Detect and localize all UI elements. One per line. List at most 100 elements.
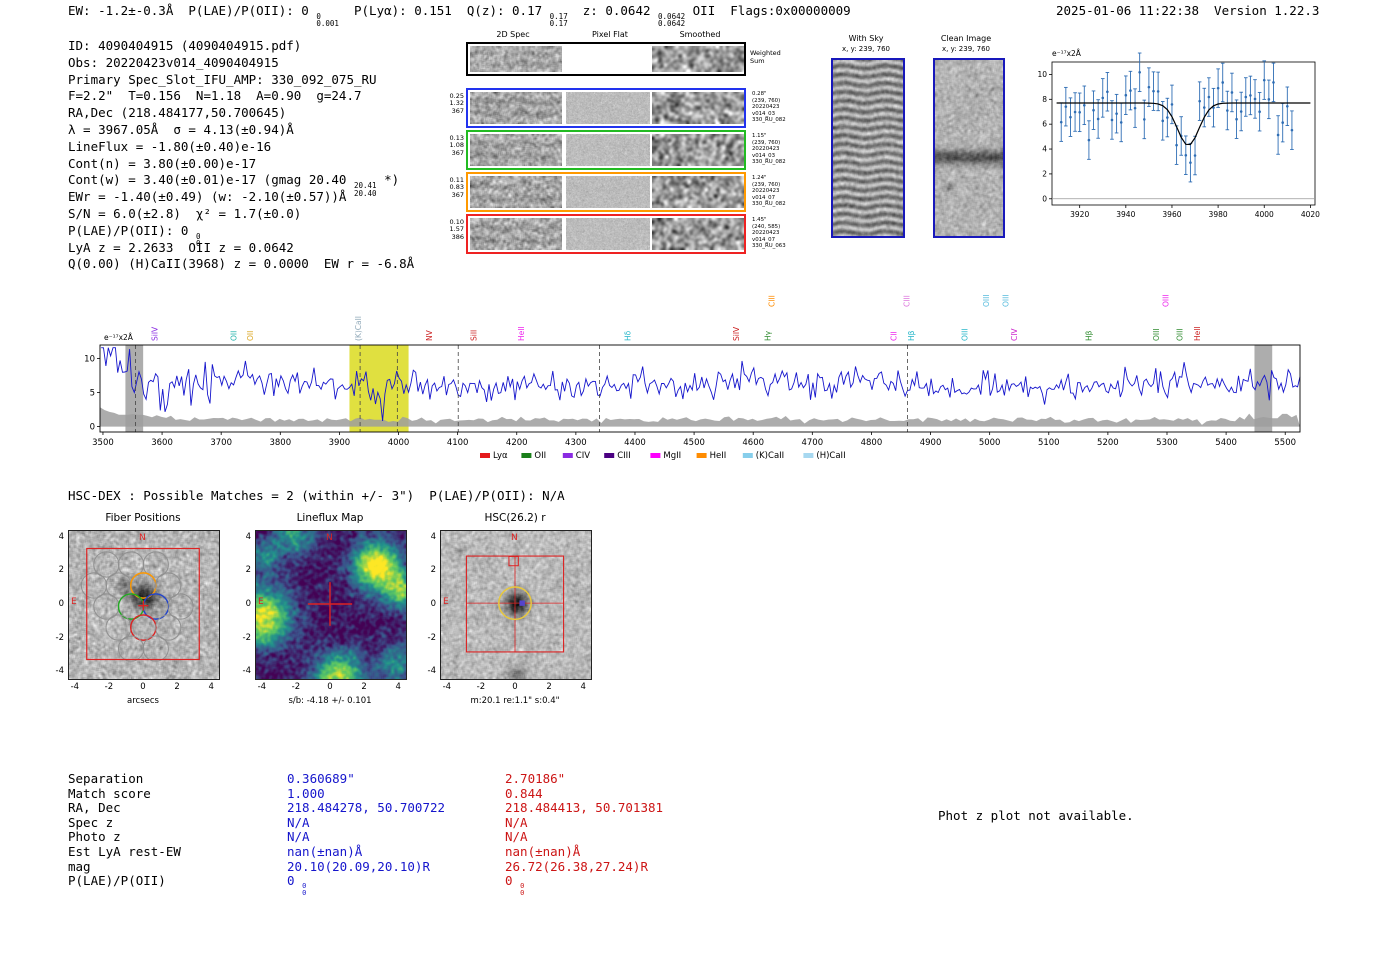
x-tick-label: 0 bbox=[512, 682, 518, 692]
annotation-line: v014_03 bbox=[752, 110, 776, 117]
legend-swatch bbox=[480, 453, 490, 458]
legend-swatch bbox=[696, 453, 707, 458]
fiber-positions-title: Fiber Positions bbox=[105, 512, 181, 524]
data-point bbox=[1152, 89, 1155, 93]
x-tick-label: 3940 bbox=[1116, 210, 1135, 219]
x-tick-label: 5000 bbox=[979, 438, 1001, 448]
text-segment: nan(±nan)Å bbox=[505, 843, 581, 859]
plot-frame bbox=[1051, 61, 1316, 206]
x-tick-label: 0 bbox=[140, 682, 146, 692]
x-tick-label: 5100 bbox=[1038, 438, 1060, 448]
match-value: N/A bbox=[505, 830, 663, 845]
annotation-line: 330_RU_063 bbox=[752, 243, 786, 250]
y-tick-label: 10 bbox=[84, 355, 95, 365]
y-tick-label: -2 bbox=[427, 632, 436, 643]
legend-label: Lyα bbox=[493, 451, 508, 461]
text-segment: 0 bbox=[287, 873, 303, 889]
match-value: 218.484413, 50.701381 bbox=[505, 800, 663, 816]
full-spectrum-plot: 3500 3600 3700 3800 3900 4000 4100 4200 4300 4400… bbox=[84, 294, 1301, 461]
data-point bbox=[1175, 143, 1178, 147]
legend-swatch bbox=[521, 453, 532, 458]
y-tick-label: 8 bbox=[1042, 95, 1047, 104]
y-tick-label: 4 bbox=[245, 531, 251, 542]
legend-swatch bbox=[650, 453, 661, 458]
x-tick-label: 2 bbox=[174, 682, 180, 692]
clean-image-title: Clean Image bbox=[940, 34, 992, 43]
data-point bbox=[1101, 96, 1105, 100]
data-point bbox=[1202, 106, 1206, 109]
x-tick-label: 4500 bbox=[683, 438, 705, 448]
data-point bbox=[1133, 106, 1137, 110]
x-tick-label: 4020 bbox=[1301, 210, 1320, 219]
text-segment: Obs: 20220423v014_4090404915 bbox=[68, 54, 279, 70]
line-id-label: Hβ bbox=[1084, 330, 1093, 341]
clean-image bbox=[935, 60, 1003, 236]
neighbor-marker bbox=[519, 600, 525, 606]
data-point bbox=[1110, 118, 1114, 122]
data-point bbox=[1082, 103, 1086, 107]
hsc-cutout-title: HSC(26.2) r bbox=[484, 512, 546, 524]
spec2d-col-header: 2D Spec bbox=[496, 30, 530, 39]
2d-spec-image bbox=[470, 218, 562, 250]
x-tick-label: 4 bbox=[208, 682, 214, 692]
text-segment: N/A bbox=[287, 814, 310, 830]
text-segment: 0 bbox=[505, 873, 521, 889]
smoothed-image bbox=[652, 176, 744, 208]
line-id-label: CIV bbox=[1010, 328, 1019, 341]
north-label: N bbox=[139, 533, 146, 543]
data-point bbox=[1184, 153, 1188, 157]
info-line: LineFlux = -1.80(±0.40)e-16 bbox=[68, 139, 414, 156]
data-point bbox=[1069, 115, 1072, 119]
annotation-line: 1.15" bbox=[752, 133, 767, 139]
2d-spec-image bbox=[470, 176, 562, 208]
stacked-fraction: 20.41 20.40 bbox=[354, 182, 377, 197]
stack-bottom: 0.17 bbox=[549, 19, 568, 29]
match-value: 20.10(20.09,20.10)R bbox=[287, 859, 445, 875]
text-segment: LineFlux = -1.80(±0.40)e-16 bbox=[68, 138, 272, 154]
x-tick-label: 0 bbox=[327, 682, 333, 692]
weighted-sum-line: Sum bbox=[750, 56, 765, 65]
clean-image-coords: x, y: 239, 760 bbox=[942, 45, 990, 53]
line-id-label: OII bbox=[246, 331, 255, 341]
line-id-label: SiII bbox=[470, 330, 479, 341]
photz-note: Phot z plot not available. bbox=[938, 808, 1134, 823]
data-point bbox=[1230, 91, 1234, 94]
line-id-label: OIII bbox=[1002, 294, 1011, 307]
stacked-fraction: 00 bbox=[302, 883, 306, 897]
x-tick-label: 4200 bbox=[506, 438, 528, 448]
data-point bbox=[1262, 78, 1266, 82]
data-point bbox=[1129, 89, 1132, 92]
annotation-line: (239, 760) bbox=[752, 181, 781, 188]
annotation-line: 330_RU_082 bbox=[752, 201, 786, 208]
match-value: nan(±nan)Å bbox=[505, 843, 663, 860]
text-segment: *) bbox=[376, 172, 400, 188]
x-tick-label: -2 bbox=[476, 682, 486, 692]
plot-frame bbox=[99, 344, 1301, 433]
x-tick-label: 4000 bbox=[388, 438, 410, 448]
text-segment: λ = 3967.05Å σ = 4.13(±0.94)Å bbox=[68, 121, 294, 137]
line-id-label: SiIV bbox=[150, 326, 159, 341]
line-id-label: OII bbox=[230, 331, 239, 341]
annotation-line: v014_07 bbox=[752, 194, 776, 201]
spec2d-fiber-rows: 0.25 1.32 367 0.28" (239, 760) 20220423 v014_0… bbox=[450, 88, 786, 258]
y-tick-label: 6 bbox=[1042, 120, 1047, 129]
with-sky-image-frame bbox=[831, 58, 905, 238]
legend-label: OII bbox=[534, 451, 546, 461]
info-line: LyA z = 2.2633 OII z = 0.0642 bbox=[68, 240, 414, 257]
y-tick-label: 2 bbox=[1042, 169, 1047, 178]
line-id-label: NV bbox=[425, 329, 434, 341]
x-tick-label: 4700 bbox=[801, 438, 823, 448]
row-annotation: 1.45" (240, 585) 20220423 v014_07 330_RU_063 bbox=[752, 217, 814, 250]
line-fit-plot: 3920 3940 3960 3980 4000 4020 0 2 4 6 8 10 e⁻¹⁷x2Å bbox=[1037, 49, 1320, 219]
timestamp-version: 2025-01-06 11:22:38 Version 1.22.3 bbox=[1056, 3, 1320, 18]
annotation-line: 20220423 bbox=[752, 230, 780, 237]
x-tick-label: 4400 bbox=[624, 438, 646, 448]
elixer-report-page: EW: -1.2±-0.3Å P(LAE)/P(OII): 0 0 0.001 P… bbox=[0, 0, 1400, 953]
annotation-line: v014_07 bbox=[752, 236, 776, 243]
row-label: Photo z bbox=[68, 829, 121, 845]
legend-label: MgII bbox=[663, 451, 681, 461]
x-tick-label: 5200 bbox=[1097, 438, 1119, 448]
y-tick-label: -4 bbox=[242, 666, 251, 677]
data-point bbox=[1142, 118, 1146, 121]
east-label: E bbox=[71, 597, 77, 607]
